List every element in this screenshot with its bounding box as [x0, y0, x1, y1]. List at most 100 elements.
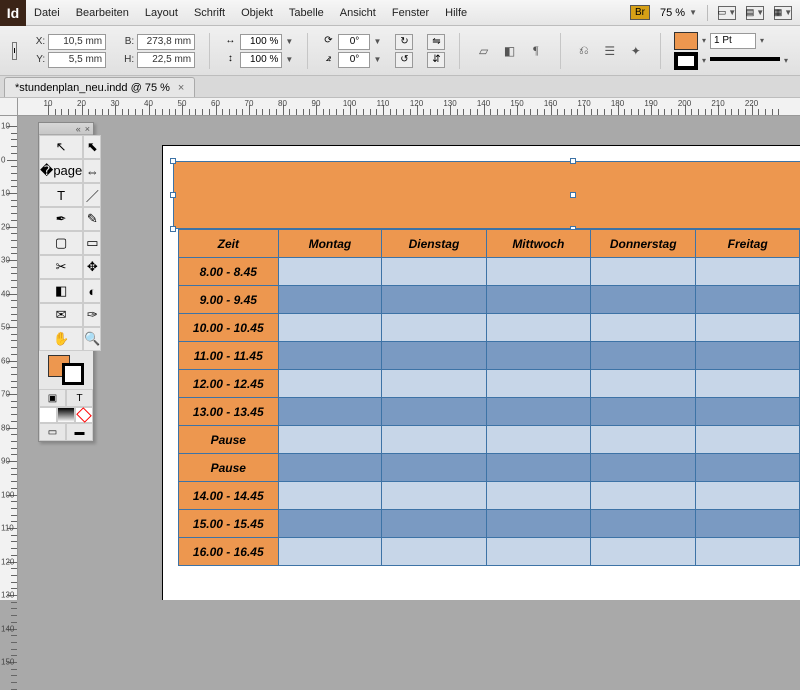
- day-cell[interactable]: [382, 454, 486, 482]
- day-cell[interactable]: [591, 314, 696, 342]
- pathfinder-icon[interactable]: ✦: [626, 42, 646, 60]
- day-cell[interactable]: [278, 398, 382, 426]
- flip-horizontal-button[interactable]: ⇋: [427, 34, 445, 50]
- day-cell[interactable]: [696, 454, 800, 482]
- title-frame[interactable]: [173, 161, 800, 229]
- day-cell[interactable]: [591, 370, 696, 398]
- eyedropper-tool[interactable]: ✑: [83, 303, 101, 327]
- time-cell[interactable]: 13.00 - 13.45: [179, 398, 279, 426]
- gap-tool[interactable]: ⇔: [83, 159, 101, 183]
- apply-none-button[interactable]: [75, 407, 93, 423]
- selection-handle[interactable]: [570, 158, 576, 164]
- table-row[interactable]: 16.00 - 16.45: [179, 538, 800, 566]
- menu-layout[interactable]: Layout: [137, 7, 186, 19]
- vertical-ruler[interactable]: 100102030405060708090100110120130140150: [0, 116, 18, 600]
- type-tool[interactable]: T: [39, 183, 83, 207]
- day-cell[interactable]: [486, 426, 590, 454]
- day-cell[interactable]: [591, 538, 696, 566]
- y-input[interactable]: 5,5 mm: [48, 52, 106, 68]
- scale-y-input[interactable]: 100 %: [240, 52, 282, 68]
- flip-vertical-button[interactable]: ⇵: [427, 52, 445, 68]
- height-input[interactable]: 22,5 mm: [137, 52, 195, 68]
- day-cell[interactable]: [382, 482, 486, 510]
- day-cell[interactable]: [696, 510, 800, 538]
- close-icon[interactable]: ×: [178, 82, 184, 94]
- day-cell[interactable]: [278, 370, 382, 398]
- rectangle-frame-tool[interactable]: ▢: [39, 231, 83, 255]
- select-content-button[interactable]: ◧: [500, 42, 520, 60]
- line-tool[interactable]: ／: [83, 183, 101, 207]
- timetable-header[interactable]: Donnerstag: [591, 230, 696, 258]
- zoom-dropdown[interactable]: 75 % ▼: [660, 7, 697, 19]
- menu-datei[interactable]: Datei: [26, 7, 68, 19]
- selection-handle[interactable]: [170, 226, 176, 232]
- arrange-docs-icon[interactable]: ▦▼: [774, 6, 792, 20]
- time-cell[interactable]: 10.00 - 10.45: [179, 314, 279, 342]
- table-row[interactable]: Pause: [179, 454, 800, 482]
- day-cell[interactable]: [278, 342, 382, 370]
- time-cell[interactable]: Pause: [179, 454, 279, 482]
- day-cell[interactable]: [382, 342, 486, 370]
- pen-tool[interactable]: ✒: [39, 207, 83, 231]
- day-cell[interactable]: [696, 370, 800, 398]
- menu-ansicht[interactable]: Ansicht: [332, 7, 384, 19]
- screen-mode-icon[interactable]: ▤▼: [746, 6, 764, 20]
- table-row[interactable]: 13.00 - 13.45: [179, 398, 800, 426]
- day-cell[interactable]: [486, 482, 590, 510]
- table-row[interactable]: 10.00 - 10.45: [179, 314, 800, 342]
- selection-tool[interactable]: ↖: [39, 135, 83, 159]
- shear-input[interactable]: 0°: [338, 52, 370, 68]
- selection-handle[interactable]: [170, 192, 176, 198]
- document-tab[interactable]: *stundenplan_neu.indd @ 75 % ×: [4, 77, 195, 97]
- day-cell[interactable]: [591, 398, 696, 426]
- scale-x-input[interactable]: 100 %: [240, 34, 282, 50]
- day-cell[interactable]: [591, 454, 696, 482]
- time-cell[interactable]: 16.00 - 16.45: [179, 538, 279, 566]
- day-cell[interactable]: [486, 286, 590, 314]
- timetable-frame[interactable]: ZeitMontagDienstagMittwochDonnerstagFrei…: [178, 229, 800, 566]
- table-row[interactable]: 12.00 - 12.45: [179, 370, 800, 398]
- chevron-down-icon[interactable]: ▾: [702, 56, 706, 65]
- timetable-header[interactable]: Mittwoch: [486, 230, 590, 258]
- day-cell[interactable]: [382, 398, 486, 426]
- ruler-origin[interactable]: [0, 98, 18, 116]
- fill-swatch[interactable]: [674, 32, 698, 50]
- stroke-style-preview[interactable]: [710, 57, 780, 67]
- day-cell[interactable]: [486, 370, 590, 398]
- day-cell[interactable]: [486, 398, 590, 426]
- table-row[interactable]: 8.00 - 8.45: [179, 258, 800, 286]
- day-cell[interactable]: [382, 370, 486, 398]
- align-icon[interactable]: ⎌: [574, 42, 594, 60]
- timetable-header[interactable]: Montag: [278, 230, 382, 258]
- chevron-down-icon[interactable]: ▾: [784, 56, 788, 65]
- x-input[interactable]: 10,5 mm: [48, 34, 106, 50]
- width-input[interactable]: 273,8 mm: [137, 34, 195, 50]
- scissors-tool[interactable]: ✂: [39, 255, 83, 279]
- bridge-icon[interactable]: Br: [630, 5, 650, 20]
- collapse-icon[interactable]: «: [76, 124, 81, 134]
- time-cell[interactable]: 15.00 - 15.45: [179, 510, 279, 538]
- note-tool[interactable]: ✉: [39, 303, 83, 327]
- day-cell[interactable]: [382, 510, 486, 538]
- view-mode-icon[interactable]: ▭▼: [718, 6, 736, 20]
- day-cell[interactable]: [591, 426, 696, 454]
- stroke-color-icon[interactable]: [62, 363, 84, 385]
- day-cell[interactable]: [382, 426, 486, 454]
- day-cell[interactable]: [278, 454, 382, 482]
- canvas[interactable]: « × ↖ ⬉ �page ⇔ T ／ ✒ ✎ ▢ ▭ ✂ ✥ ◧ ◐ ✉ ✑ …: [18, 116, 800, 600]
- apply-gradient-button[interactable]: [57, 407, 75, 423]
- day-cell[interactable]: [278, 482, 382, 510]
- time-cell[interactable]: 12.00 - 12.45: [179, 370, 279, 398]
- day-cell[interactable]: [591, 510, 696, 538]
- close-icon[interactable]: ×: [85, 124, 90, 134]
- time-cell[interactable]: 11.00 - 11.45: [179, 342, 279, 370]
- day-cell[interactable]: [591, 258, 696, 286]
- horizontal-ruler[interactable]: 1020304050607080901001101201301401501601…: [18, 98, 800, 116]
- day-cell[interactable]: [591, 482, 696, 510]
- time-cell[interactable]: 8.00 - 8.45: [179, 258, 279, 286]
- paragraph-mode-icon[interactable]: ¶: [526, 42, 546, 60]
- day-cell[interactable]: [278, 258, 382, 286]
- stroke-weight-input[interactable]: 1 Pt: [710, 33, 756, 49]
- timetable-header[interactable]: Freitag: [696, 230, 800, 258]
- chevron-down-icon[interactable]: ▼: [373, 55, 381, 64]
